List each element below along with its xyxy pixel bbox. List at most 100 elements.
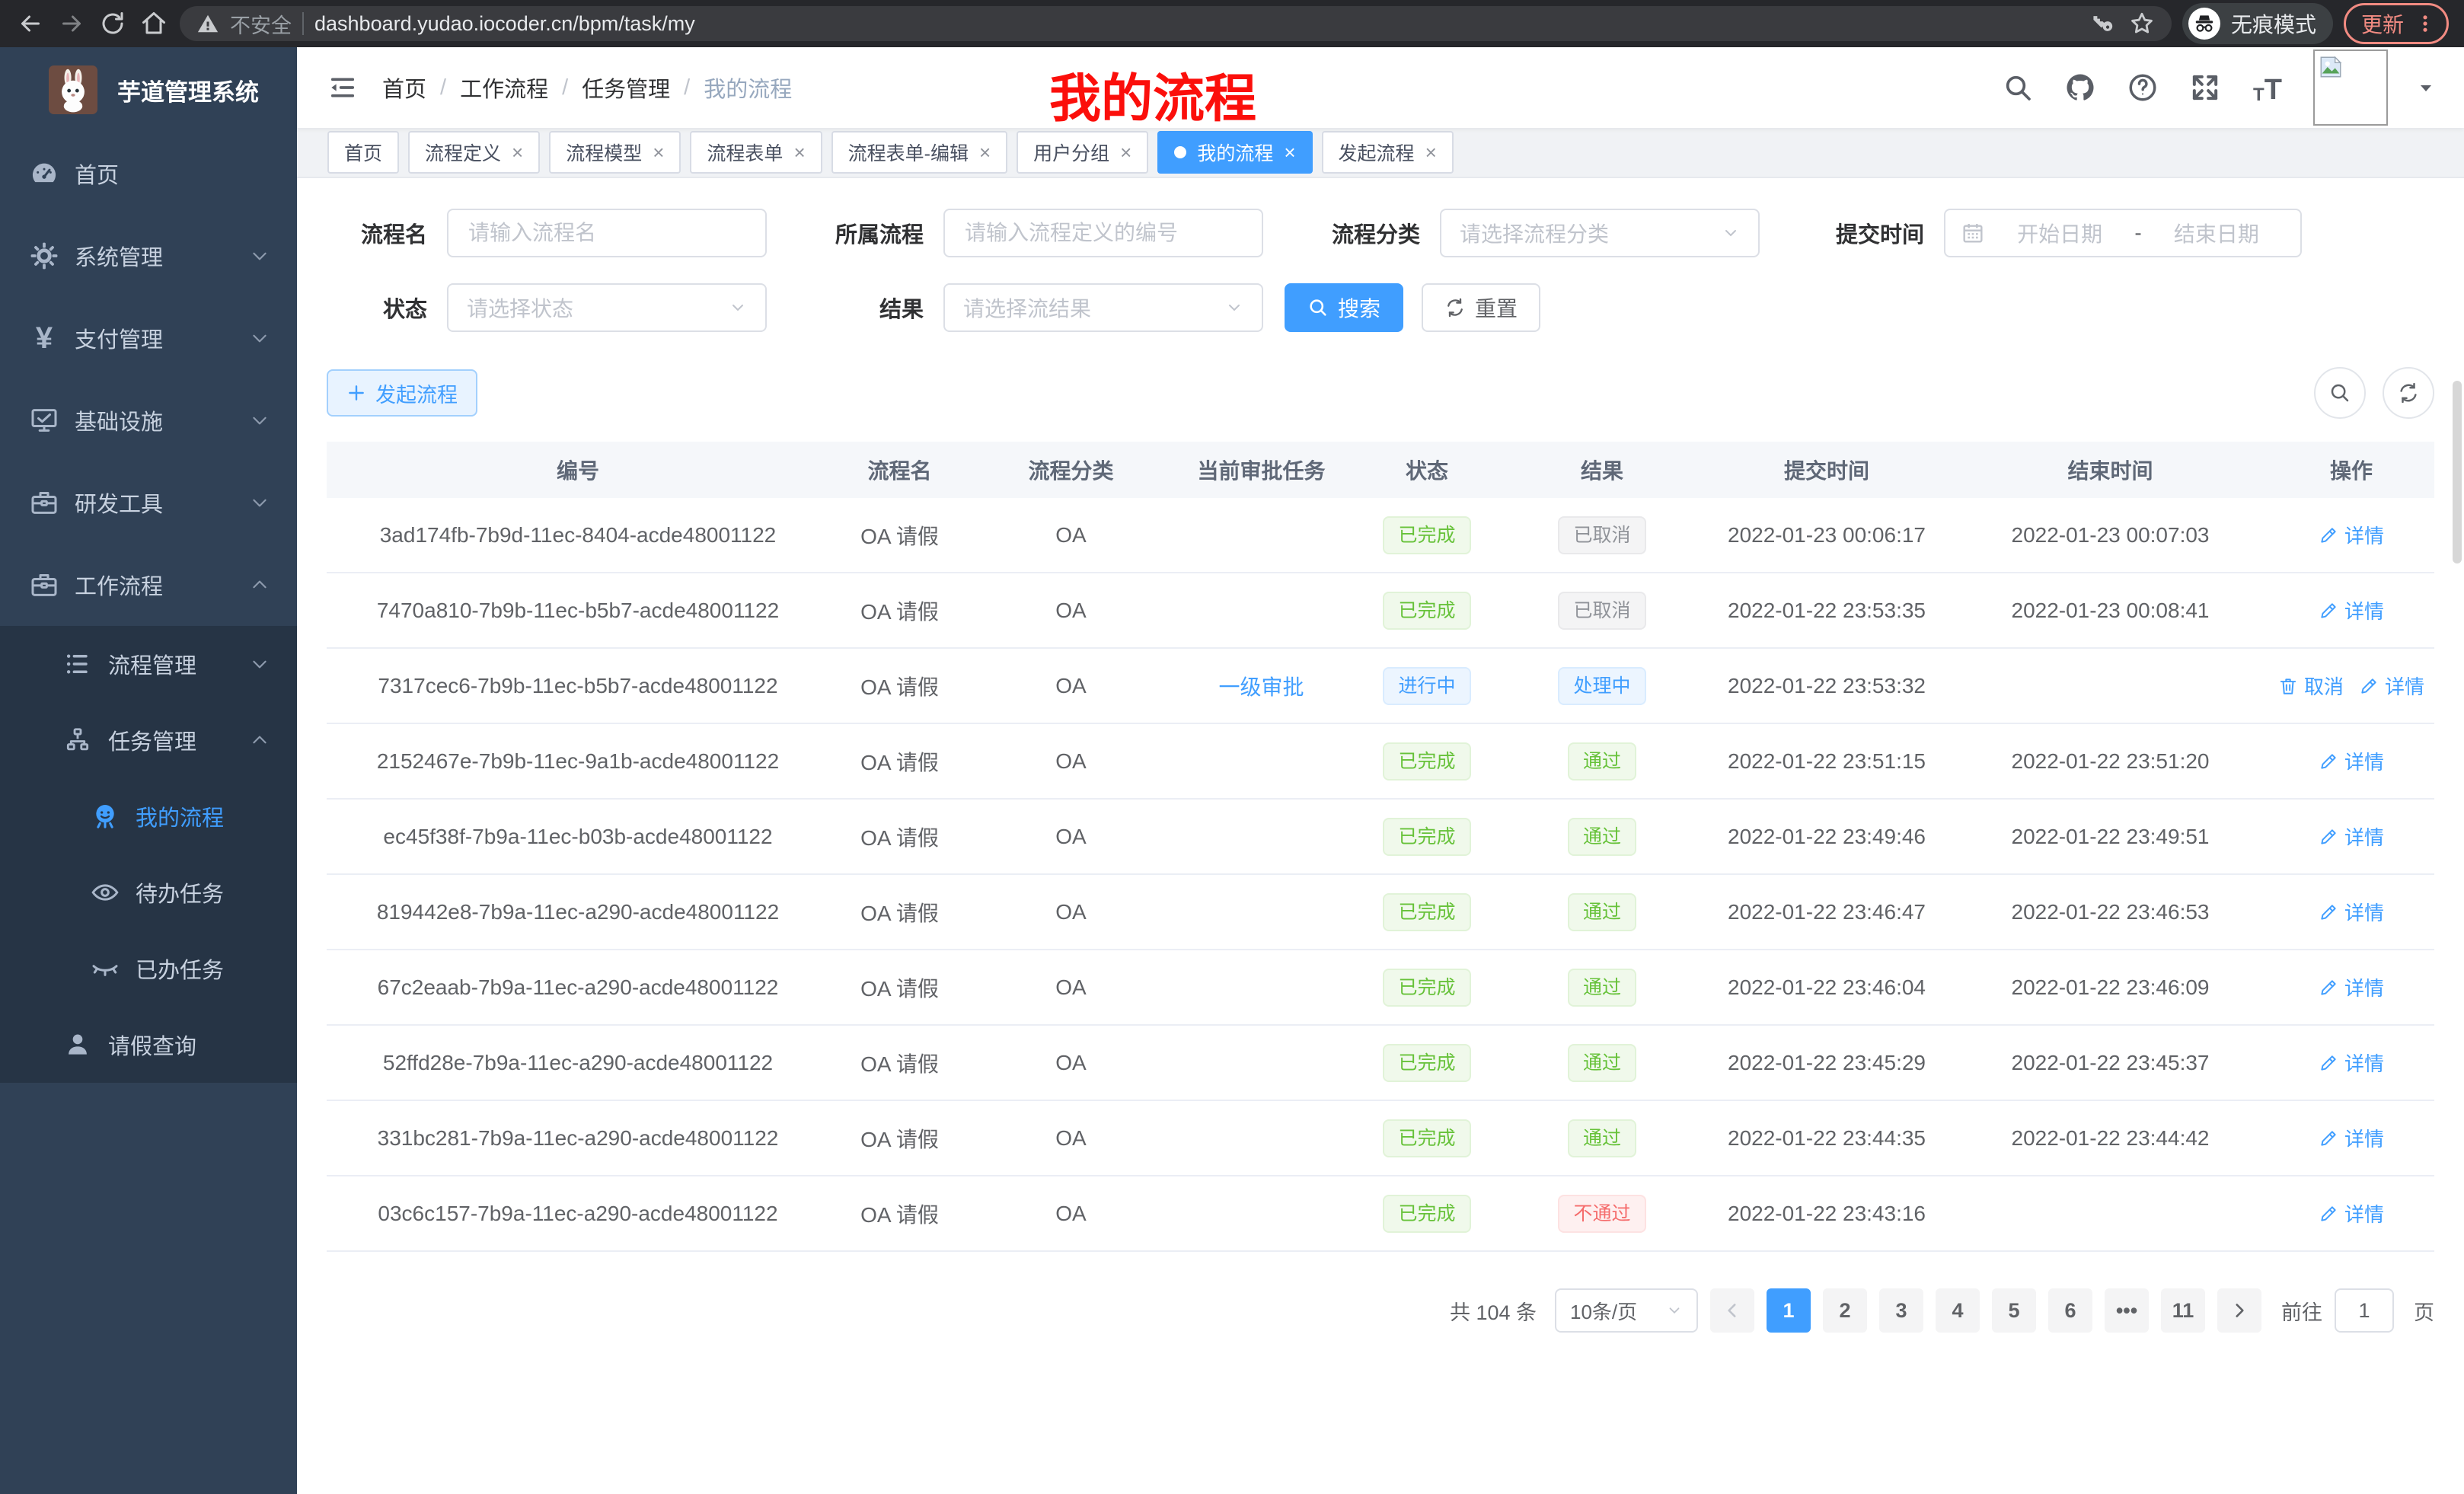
cell-operations: 详情 xyxy=(2268,1124,2434,1152)
caret-down-icon[interactable] xyxy=(2417,78,2435,97)
plus-icon xyxy=(346,383,366,403)
close-icon[interactable]: × xyxy=(512,142,523,162)
page-button-2[interactable]: 2 xyxy=(1823,1288,1867,1333)
sidebar-item-任务管理[interactable]: 任务管理 xyxy=(0,702,297,778)
reset-button[interactable]: 重置 xyxy=(1422,283,1540,332)
font-size-icon[interactable]: TT xyxy=(2251,71,2284,104)
sidebar-item-研发工具[interactable]: 研发工具 xyxy=(0,461,297,544)
fullscreen-icon[interactable] xyxy=(2188,71,2222,104)
close-icon[interactable]: × xyxy=(1120,142,1131,162)
detail-button[interactable]: 详情 xyxy=(2319,898,2384,926)
github-icon[interactable] xyxy=(2063,71,2097,104)
home-icon[interactable] xyxy=(139,8,169,39)
close-icon[interactable]: × xyxy=(1284,142,1295,162)
detail-button[interactable]: 详情 xyxy=(2319,1199,2384,1227)
goto-page-field[interactable] xyxy=(2336,1298,2392,1323)
page-button-5[interactable]: 5 xyxy=(1992,1288,2036,1333)
sidebar-item-待办任务[interactable]: 待办任务 xyxy=(0,854,297,931)
breadcrumb-item[interactable]: 任务管理 xyxy=(582,72,670,104)
edit-icon xyxy=(2319,978,2338,998)
sidebar-item-流程管理[interactable]: 流程管理 xyxy=(0,626,297,702)
security-label[interactable]: 不安全 xyxy=(230,9,292,39)
tab-首页[interactable]: 首页 xyxy=(327,131,399,174)
cell-status: 已完成 xyxy=(1351,1119,1503,1157)
submit-time-range[interactable]: 开始日期 - 结束日期 xyxy=(1944,209,2302,257)
key-icon[interactable] xyxy=(2092,11,2118,37)
address-bar[interactable]: 不安全 dashboard.yudao.iocoder.cn/bpm/task/… xyxy=(180,6,2172,41)
detail-button[interactable]: 详情 xyxy=(2359,672,2424,700)
detail-button[interactable]: 详情 xyxy=(2319,973,2384,1001)
process-def-field[interactable] xyxy=(963,220,1243,246)
category-select[interactable]: 请选择流程分类 xyxy=(1440,209,1760,257)
page-size-select[interactable]: 10条/页 xyxy=(1555,1288,1698,1333)
page-button-1[interactable]: 1 xyxy=(1767,1288,1811,1333)
detail-label: 详情 xyxy=(2344,898,2384,926)
sidebar-item-首页[interactable]: 首页 xyxy=(0,132,297,215)
breadcrumb-item[interactable]: 工作流程 xyxy=(460,72,548,104)
result-label: 结果 xyxy=(809,292,924,324)
tab-流程表单[interactable]: 流程表单× xyxy=(690,131,822,174)
sidebar-item-请假查询[interactable]: 请假查询 xyxy=(0,1007,297,1083)
sidebar-item-我的流程[interactable]: 我的流程 xyxy=(0,778,297,854)
search-icon xyxy=(2328,381,2351,404)
page-button-6[interactable]: 6 xyxy=(2048,1288,2092,1333)
help-icon[interactable] xyxy=(2126,71,2159,104)
tab-用户分组[interactable]: 用户分组× xyxy=(1017,131,1148,174)
monitor-icon xyxy=(27,404,61,437)
page-ellipsis[interactable]: ••• xyxy=(2105,1288,2149,1333)
tree-icon xyxy=(61,723,94,757)
show-search-button[interactable] xyxy=(2314,367,2366,419)
star-icon[interactable] xyxy=(2129,11,2155,37)
scrollbar[interactable] xyxy=(2453,381,2462,563)
cell-end-time: 2022-01-22 23:46:53 xyxy=(1952,900,2268,924)
kebab-menu-icon[interactable] xyxy=(2415,13,2436,34)
process-name-field[interactable] xyxy=(467,220,747,246)
collapse-sidebar-icon[interactable] xyxy=(326,71,359,104)
tab-流程表单-编辑[interactable]: 流程表单-编辑× xyxy=(831,131,1008,174)
search-icon[interactable] xyxy=(2001,71,2035,104)
next-page-button[interactable] xyxy=(2217,1288,2261,1333)
tab-我的流程[interactable]: 我的流程× xyxy=(1157,131,1312,174)
detail-button[interactable]: 详情 xyxy=(2319,747,2384,775)
detail-button[interactable]: 详情 xyxy=(2319,1124,2384,1152)
detail-button[interactable]: 详情 xyxy=(2319,822,2384,851)
tab-发起流程[interactable]: 发起流程× xyxy=(1322,131,1454,174)
sidebar-item-基础设施[interactable]: 基础设施 xyxy=(0,379,297,461)
update-button[interactable]: 更新 xyxy=(2344,3,2449,44)
result-select[interactable]: 请选择流结果 xyxy=(943,283,1263,332)
forward-icon[interactable] xyxy=(56,8,87,39)
cancel-button[interactable]: 取消 xyxy=(2278,672,2344,700)
page-button-3[interactable]: 3 xyxy=(1879,1288,1923,1333)
back-icon[interactable] xyxy=(15,8,46,39)
page-button-4[interactable]: 4 xyxy=(1936,1288,1980,1333)
reload-icon[interactable] xyxy=(97,8,128,39)
close-icon[interactable]: × xyxy=(653,142,664,162)
process-def-input[interactable] xyxy=(943,209,1263,257)
goto-page-input[interactable] xyxy=(2335,1288,2394,1333)
page-button-11[interactable]: 11 xyxy=(2161,1288,2205,1333)
sidebar-item-已办任务[interactable]: 已办任务 xyxy=(0,931,297,1007)
current-task-link[interactable]: 一级审批 xyxy=(1218,671,1304,701)
breadcrumb-item[interactable]: 首页 xyxy=(382,72,426,104)
avatar[interactable] xyxy=(2313,49,2388,126)
sidebar-item-支付管理[interactable]: ¥支付管理 xyxy=(0,297,297,379)
close-icon[interactable]: × xyxy=(793,142,805,162)
close-icon[interactable]: × xyxy=(1425,142,1437,162)
search-button[interactable]: 搜索 xyxy=(1285,283,1403,332)
status-select[interactable]: 请选择状态 xyxy=(447,283,767,332)
tab-流程模型[interactable]: 流程模型× xyxy=(549,131,681,174)
process-name-input[interactable] xyxy=(447,209,767,257)
prev-page-button[interactable] xyxy=(1710,1288,1754,1333)
sidebar-item-工作流程[interactable]: 工作流程 xyxy=(0,544,297,626)
create-process-button[interactable]: 发起流程 xyxy=(327,369,477,417)
close-icon[interactable]: × xyxy=(979,142,991,162)
cell-result: 通过 xyxy=(1503,818,1701,856)
url-text[interactable]: dashboard.yudao.iocoder.cn/bpm/task/my xyxy=(314,12,695,36)
detail-button[interactable]: 详情 xyxy=(2319,1049,2384,1077)
detail-button[interactable]: 详情 xyxy=(2319,596,2384,624)
sidebar-item-系统管理[interactable]: 系统管理 xyxy=(0,215,297,297)
tab-流程定义[interactable]: 流程定义× xyxy=(408,131,540,174)
refresh-table-button[interactable] xyxy=(2383,367,2434,419)
table-row: 7470a810-7b9b-11ec-b5b7-acde48001122OA 请… xyxy=(327,573,2434,649)
detail-button[interactable]: 详情 xyxy=(2319,521,2384,549)
